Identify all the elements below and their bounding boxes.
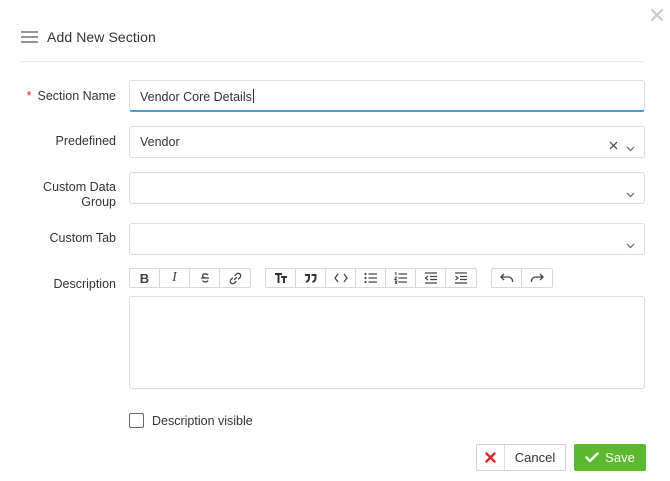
redo-button[interactable] bbox=[522, 269, 552, 287]
outdent-button[interactable] bbox=[416, 269, 446, 287]
custom-tab-select[interactable] bbox=[129, 223, 645, 255]
section-name-label: * Section Name bbox=[27, 89, 116, 104]
clear-icon[interactable] bbox=[609, 137, 618, 150]
description-visible-label: Description visible bbox=[152, 413, 253, 428]
link-icon bbox=[229, 272, 241, 284]
cancel-x-icon bbox=[477, 445, 505, 470]
custom-data-group-label-line2: Group bbox=[81, 195, 116, 209]
save-button[interactable]: Save bbox=[574, 444, 646, 471]
numbered-list-icon bbox=[393, 272, 407, 284]
section-name-input[interactable]: Vendor Core Details bbox=[129, 80, 645, 112]
code-button[interactable] bbox=[326, 269, 356, 287]
undo-button[interactable] bbox=[492, 269, 522, 287]
numbered-list-button[interactable] bbox=[386, 269, 416, 287]
predefined-value: Vendor bbox=[140, 135, 180, 149]
toolbar-group-history bbox=[491, 268, 553, 288]
strikethrough-button[interactable] bbox=[190, 269, 220, 287]
description-visible-checkbox[interactable] bbox=[129, 413, 144, 428]
quote-button[interactable] bbox=[296, 269, 326, 287]
cancel-button[interactable]: Cancel bbox=[476, 444, 566, 471]
code-icon bbox=[333, 273, 348, 283]
text-size-icon bbox=[274, 273, 287, 283]
custom-data-group-label-line1: Custom Data bbox=[43, 180, 116, 194]
section-name-value-text: Vendor Core Details bbox=[140, 90, 252, 104]
quote-icon bbox=[305, 274, 317, 283]
dialog-header: Add New Section bbox=[20, 26, 156, 48]
dialog-title: Add New Section bbox=[47, 29, 156, 45]
description-label: Description bbox=[53, 277, 116, 291]
undo-icon bbox=[499, 273, 513, 282]
checkmark-icon bbox=[585, 452, 599, 463]
chevron-down-icon[interactable] bbox=[626, 139, 635, 152]
italic-icon: I bbox=[172, 270, 177, 285]
save-label: Save bbox=[605, 450, 635, 465]
custom-data-group-select[interactable] bbox=[129, 172, 645, 204]
header-divider bbox=[20, 61, 645, 62]
menu-icon bbox=[20, 30, 39, 44]
section-name-value: Vendor Core Details bbox=[140, 89, 254, 104]
custom-data-group-label: Custom Data Group bbox=[43, 180, 116, 210]
bullet-list-button[interactable] bbox=[356, 269, 386, 287]
redo-icon bbox=[530, 273, 544, 282]
description-editor[interactable] bbox=[129, 296, 645, 389]
bold-button[interactable]: B bbox=[130, 269, 160, 287]
editor-toolbar: B I bbox=[129, 268, 567, 288]
indent-icon bbox=[455, 272, 467, 284]
description-visible-row[interactable]: Description visible bbox=[129, 413, 253, 428]
italic-button[interactable]: I bbox=[160, 269, 190, 287]
close-dialog-icon[interactable] bbox=[650, 8, 666, 24]
bullet-list-icon bbox=[363, 272, 377, 284]
custom-tab-label: Custom Tab bbox=[49, 231, 116, 245]
required-mark: * bbox=[26, 89, 32, 103]
predefined-select[interactable]: Vendor bbox=[129, 126, 645, 158]
outdent-icon bbox=[424, 272, 437, 284]
predefined-label: Predefined bbox=[55, 134, 116, 148]
cancel-label: Cancel bbox=[514, 450, 556, 465]
link-button[interactable] bbox=[220, 269, 250, 287]
toolbar-group-blocks bbox=[265, 268, 477, 288]
indent-button[interactable] bbox=[446, 269, 476, 287]
text-size-button[interactable] bbox=[266, 269, 296, 287]
section-name-label-text: Section Name bbox=[37, 89, 116, 103]
chevron-down-icon[interactable] bbox=[626, 185, 635, 198]
strikethrough-icon bbox=[200, 273, 209, 283]
toolbar-group-format: B I bbox=[129, 268, 251, 288]
chevron-down-icon[interactable] bbox=[626, 236, 635, 249]
text-caret bbox=[252, 89, 254, 103]
bold-icon: B bbox=[139, 270, 150, 286]
